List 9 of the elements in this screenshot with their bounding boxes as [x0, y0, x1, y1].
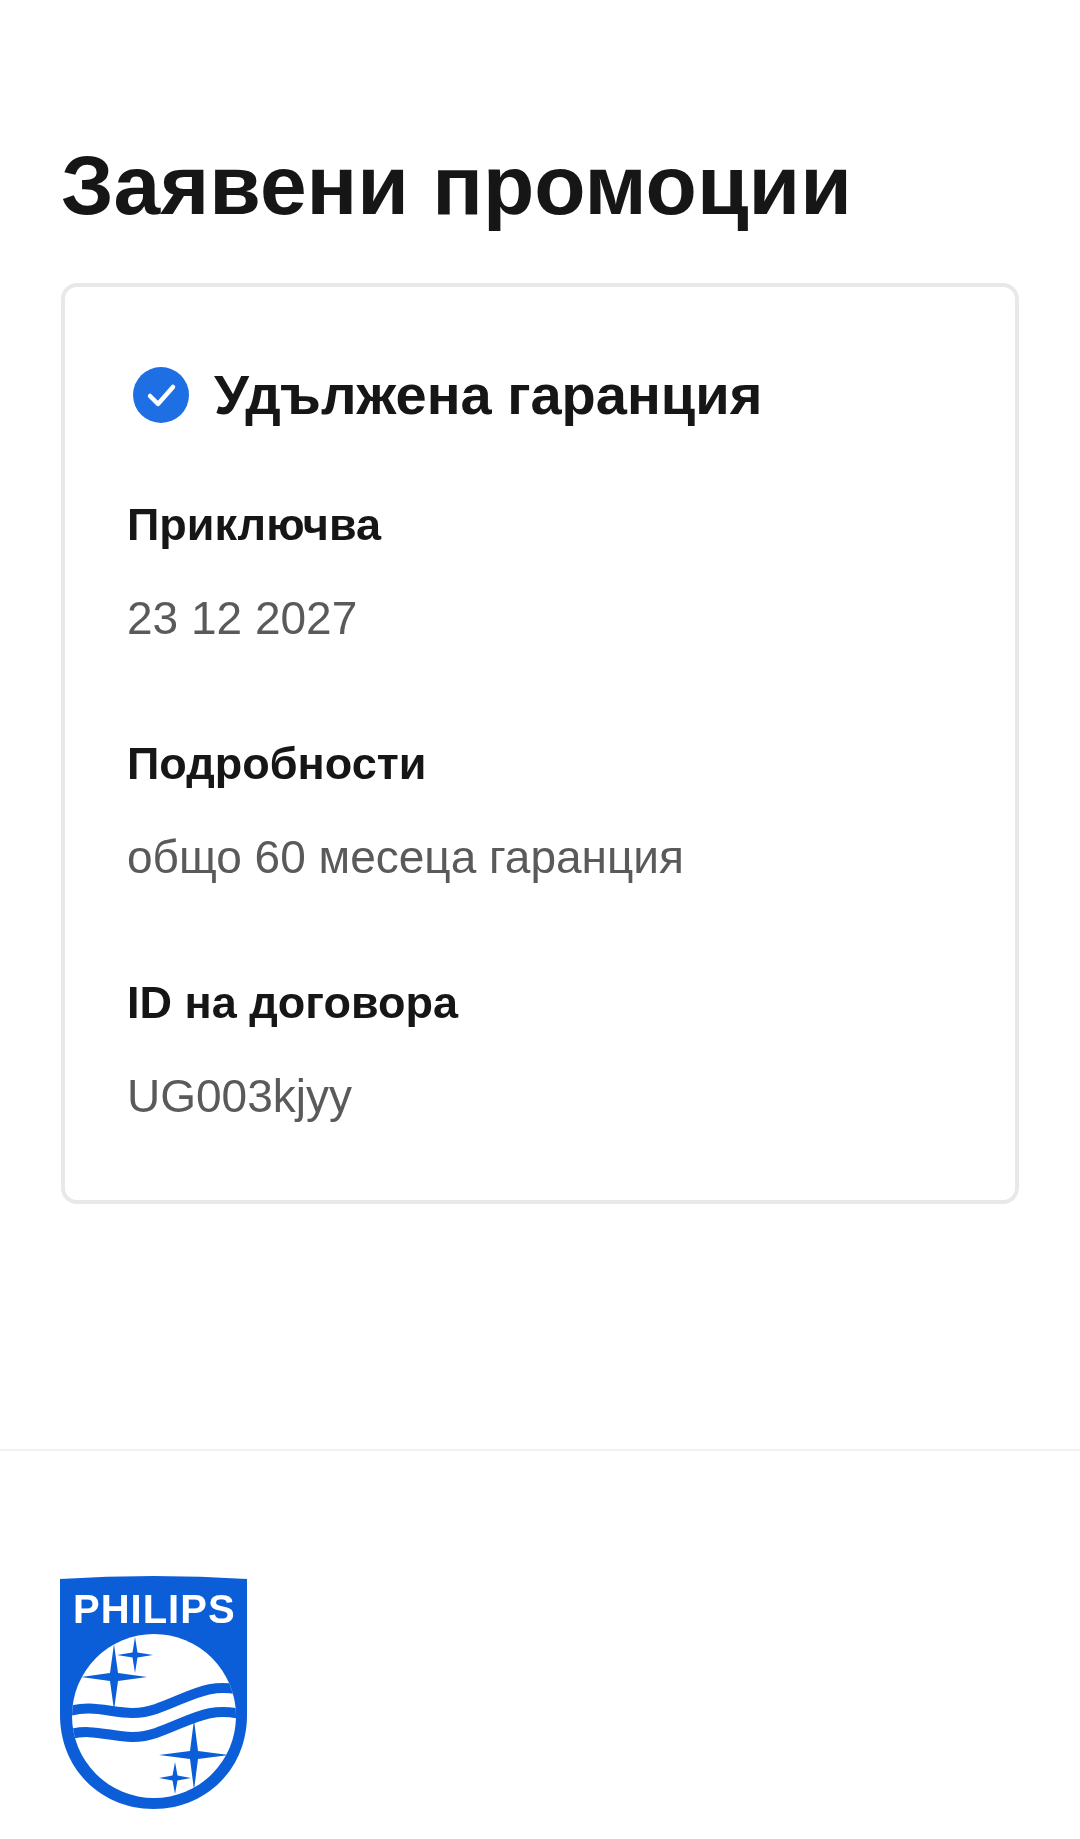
field-value: общо 60 месеца гаранция	[127, 831, 685, 883]
field-label: Подробности	[127, 738, 428, 790]
field-value: UG003kjyy	[127, 1070, 353, 1122]
logo-wordmark: PHILIPS	[73, 1589, 236, 1629]
page-title: Заявени промоции	[61, 137, 853, 233]
promotion-title: Удължена гаранция	[214, 363, 763, 427]
field-value: 23 12 2027	[127, 592, 359, 644]
field-label: ID на договора	[127, 977, 460, 1029]
field-label: Приключва	[127, 499, 383, 551]
